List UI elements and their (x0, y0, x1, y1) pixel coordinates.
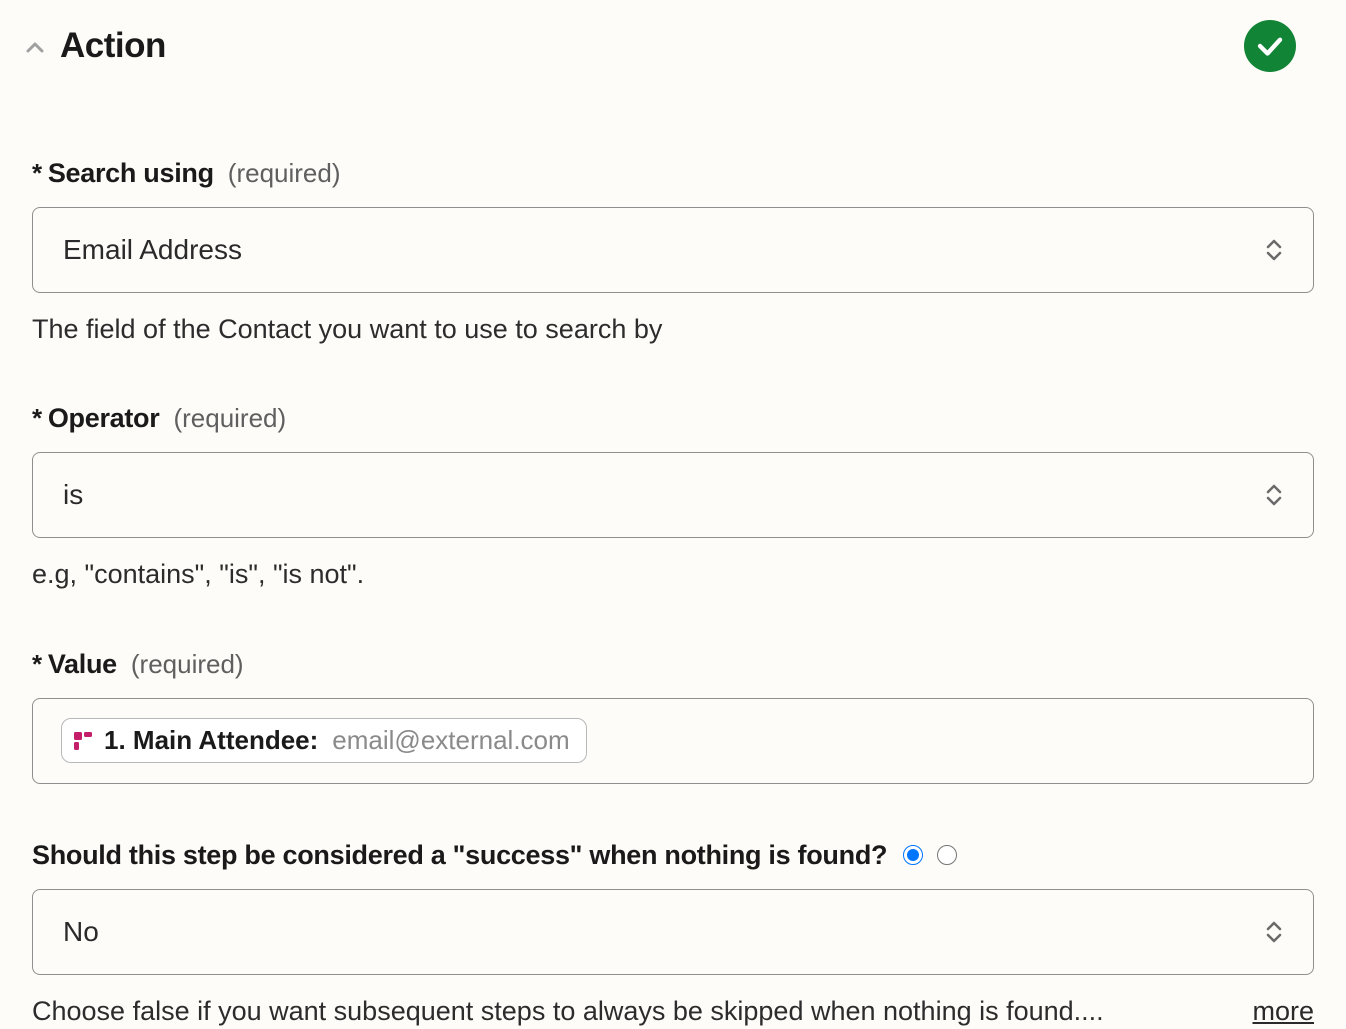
required-tag: (required) (228, 158, 341, 189)
field-label: *Value (32, 649, 117, 680)
radio-no[interactable] (937, 845, 957, 865)
operator-select[interactable]: is (32, 452, 1314, 538)
radio-yes[interactable] (903, 845, 923, 865)
select-value: No (63, 916, 99, 948)
required-tag: (required) (131, 649, 244, 680)
value-pill[interactable]: 1. Main Attendee: email@external.com (61, 718, 587, 763)
section-title: Action (60, 26, 166, 66)
up-down-icon (1265, 484, 1283, 506)
help-text: Choose false if you want subsequent step… (32, 993, 1228, 1029)
radio-group (903, 845, 957, 865)
field-success-step: Should this step be considered a "succes… (32, 840, 1314, 1029)
up-down-icon (1265, 239, 1283, 261)
required-asterisk: * (32, 158, 42, 188)
more-link[interactable]: more (1252, 996, 1314, 1027)
app-icon (72, 730, 94, 752)
value-input[interactable]: 1. Main Attendee: email@external.com (32, 698, 1314, 784)
field-label-row: *Value (required) (32, 649, 1314, 680)
chevron-up-icon[interactable] (22, 35, 48, 61)
bottom-help: Choose false if you want subsequent step… (32, 993, 1314, 1029)
help-text: The field of the Contact you want to use… (32, 311, 1314, 347)
form-content: *Search using (required) Email Address T… (22, 158, 1314, 1029)
header-left: Action (22, 26, 166, 66)
pill-value: email@external.com (332, 725, 569, 756)
field-label-row: Should this step be considered a "succes… (32, 840, 1314, 871)
action-header: Action (22, 20, 1314, 72)
field-value: *Value (required) 1. Main Attendee: emai… (32, 649, 1314, 784)
select-value: is (63, 479, 83, 511)
field-label-row: *Search using (required) (32, 158, 1314, 189)
pill-label: 1. Main Attendee: (104, 725, 318, 756)
help-text: e.g, "contains", "is", "is not". (32, 556, 1314, 592)
search-using-select[interactable]: Email Address (32, 207, 1314, 293)
status-success-badge (1244, 20, 1296, 72)
label-text: Search using (48, 158, 214, 188)
success-step-select[interactable]: No (32, 889, 1314, 975)
field-search-using: *Search using (required) Email Address T… (32, 158, 1314, 347)
field-operator: *Operator (required) is e.g, "contains",… (32, 403, 1314, 592)
field-label: *Operator (32, 403, 159, 434)
required-asterisk: * (32, 403, 42, 433)
required-asterisk: * (32, 649, 42, 679)
label-text: Operator (48, 403, 160, 433)
label-text: Value (48, 649, 117, 679)
field-label-row: *Operator (required) (32, 403, 1314, 434)
required-tag: (required) (173, 403, 286, 434)
up-down-icon (1265, 921, 1283, 943)
select-value: Email Address (63, 234, 242, 266)
field-label: Should this step be considered a "succes… (32, 840, 887, 871)
field-label: *Search using (32, 158, 214, 189)
